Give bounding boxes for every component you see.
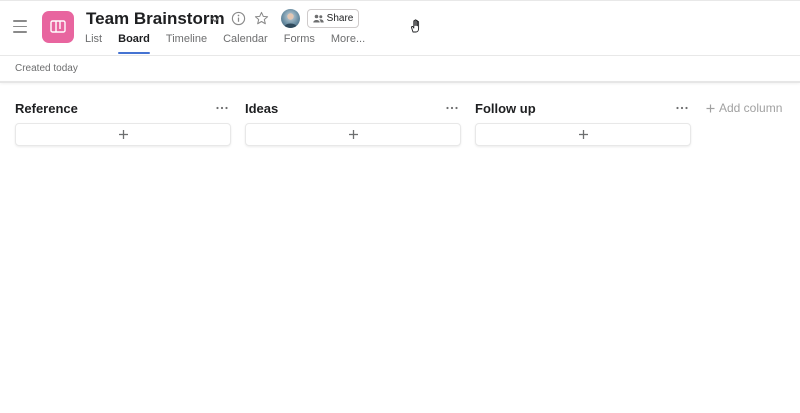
add-column-label: Add column xyxy=(719,101,783,115)
tab-timeline[interactable]: Timeline xyxy=(166,32,207,54)
column-title[interactable]: Reference xyxy=(15,101,78,116)
tab-list[interactable]: List xyxy=(85,32,102,54)
star-icon[interactable] xyxy=(254,11,269,26)
hand-cursor-icon xyxy=(411,19,420,33)
avatar[interactable] xyxy=(281,9,300,28)
people-icon xyxy=(312,14,324,23)
plus-icon xyxy=(578,130,588,139)
tab-forms[interactable]: Forms xyxy=(284,32,315,54)
project-board-icon[interactable] xyxy=(42,11,74,43)
column-title[interactable]: Ideas xyxy=(245,101,278,116)
board-icon xyxy=(50,20,66,33)
header-divider xyxy=(0,55,800,56)
more-options-icon[interactable] xyxy=(215,101,229,115)
tab-more[interactable]: More... xyxy=(331,32,365,54)
toolbar-divider xyxy=(0,81,800,83)
more-options-icon[interactable] xyxy=(445,101,459,115)
more-options-icon[interactable] xyxy=(675,101,689,115)
info-icon[interactable] xyxy=(231,11,246,26)
project-title[interactable]: Team Brainstorm xyxy=(86,9,225,29)
chevron-down-icon[interactable] xyxy=(209,14,221,26)
person-photo-icon xyxy=(284,13,297,28)
view-tabs: List Board Timeline Calendar Forms More.… xyxy=(85,32,365,54)
created-status: Created today xyxy=(15,63,78,74)
add-task-button[interactable] xyxy=(15,123,231,146)
plus-icon xyxy=(706,104,715,112)
tab-board[interactable]: Board xyxy=(118,32,150,54)
add-task-button[interactable] xyxy=(475,123,691,146)
menu-icon[interactable] xyxy=(13,20,29,34)
column-title[interactable]: Follow up xyxy=(475,101,536,116)
add-task-button[interactable] xyxy=(245,123,461,146)
plus-icon xyxy=(118,130,128,139)
share-button[interactable]: Share xyxy=(307,9,359,28)
share-label: Share xyxy=(326,13,354,24)
plus-icon xyxy=(348,130,358,139)
project-header: Team Brainstorm Share List Board Timelin… xyxy=(0,0,800,56)
tab-calendar[interactable]: Calendar xyxy=(223,32,268,54)
add-column-button[interactable]: Add column xyxy=(706,101,782,115)
